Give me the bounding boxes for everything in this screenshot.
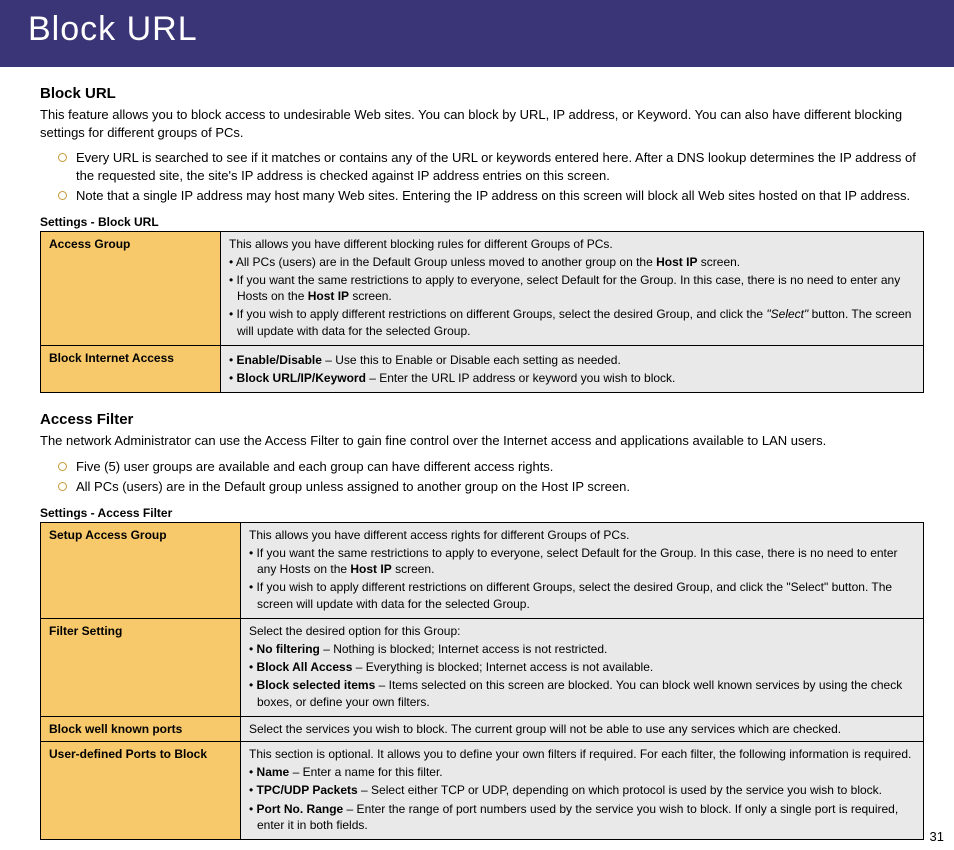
cell-desc-block-internet: • Enable/Disable – Use this to Enable or… (221, 345, 924, 392)
desc-line: • Port No. Range – Enter the range of po… (249, 801, 915, 833)
desc-line: • Block All Access – Everything is block… (249, 659, 915, 675)
table-row: Filter Setting Select the desired option… (41, 618, 924, 716)
desc-line: • If you wish to apply different restric… (249, 579, 915, 611)
bullet: Note that a single IP address may host m… (58, 187, 924, 205)
cell-label-access-group: Access Group (41, 231, 221, 345)
table-row: Block Internet Access • Enable/Disable –… (41, 345, 924, 392)
desc-line: • If you want the same restrictions to a… (229, 272, 915, 304)
page-body: Block URL This feature allows you to blo… (0, 67, 954, 850)
desc-line: • TPC/UDP Packets – Select either TCP or… (249, 782, 915, 798)
access-filter-bullets: Five (5) user groups are available and e… (58, 458, 924, 496)
cell-label-setup-group: Setup Access Group (41, 522, 241, 618)
section-heading-access-filter: Access Filter (40, 411, 924, 428)
table-caption-access-filter: Settings - Access Filter (40, 506, 924, 520)
bullet: All PCs (users) are in the Default group… (58, 478, 924, 496)
cell-label-user-ports: User-defined Ports to Block (41, 741, 241, 839)
page-number: 31 (930, 829, 944, 844)
desc-line: This allows you have different access ri… (249, 527, 915, 543)
page-banner: Block URL (0, 0, 954, 67)
desc-line: This section is optional. It allows you … (249, 746, 915, 762)
bullet: Every URL is searched to see if it match… (58, 149, 924, 184)
cell-desc-access-group: This allows you have different blocking … (221, 231, 924, 345)
block-url-intro: This feature allows you to block access … (40, 106, 924, 141)
desc-line: • No filtering – Nothing is blocked; Int… (249, 641, 915, 657)
desc-line: • Enable/Disable – Use this to Enable or… (229, 352, 915, 368)
settings-block-url-table: Access Group This allows you have differ… (40, 231, 924, 394)
desc-line: • Block selected items – Items selected … (249, 677, 915, 709)
desc-line: Select the desired option for this Group… (249, 623, 915, 639)
cell-label-block-internet: Block Internet Access (41, 345, 221, 392)
cell-label-filter-setting: Filter Setting (41, 618, 241, 716)
table-row: Access Group This allows you have differ… (41, 231, 924, 345)
cell-desc-setup-group: This allows you have different access ri… (241, 522, 924, 618)
table-row: Setup Access Group This allows you have … (41, 522, 924, 618)
cell-desc-filter-setting: Select the desired option for this Group… (241, 618, 924, 716)
desc-line: This allows you have different blocking … (229, 236, 915, 252)
cell-desc-user-ports: This section is optional. It allows you … (241, 741, 924, 839)
desc-line: • Name – Enter a name for this filter. (249, 764, 915, 780)
desc-line: • All PCs (users) are in the Default Gro… (229, 254, 915, 270)
table-row: User-defined Ports to Block This section… (41, 741, 924, 839)
bullet: Five (5) user groups are available and e… (58, 458, 924, 476)
settings-access-filter-table: Setup Access Group This allows you have … (40, 522, 924, 840)
block-url-bullets: Every URL is searched to see if it match… (58, 149, 924, 205)
table-caption-block-url: Settings - Block URL (40, 215, 924, 229)
desc-line: • If you wish to apply different restric… (229, 306, 915, 338)
desc-line: • Block URL/IP/Keyword – Enter the URL I… (229, 370, 915, 386)
banner-title: Block URL (28, 10, 198, 48)
section-heading-block-url: Block URL (40, 85, 924, 102)
desc-line: • If you want the same restrictions to a… (249, 545, 915, 577)
access-filter-intro: The network Administrator can use the Ac… (40, 432, 924, 450)
